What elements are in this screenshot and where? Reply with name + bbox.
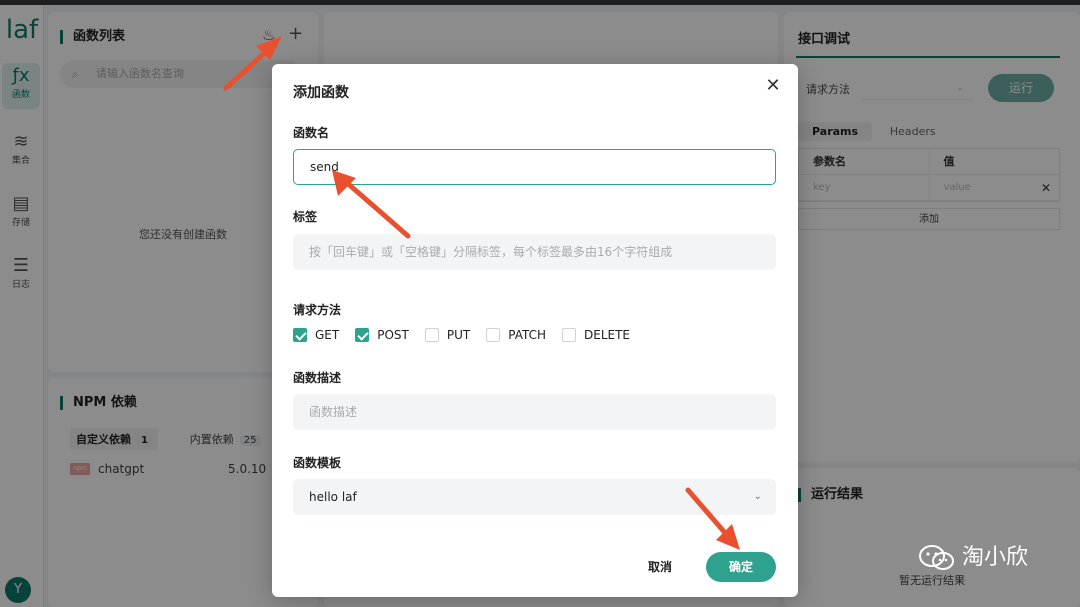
method-get[interactable]: GET xyxy=(293,328,339,342)
cancel-button[interactable]: 取消 xyxy=(638,552,682,582)
method-put[interactable]: PUT xyxy=(424,328,471,342)
tags-label: 标签 xyxy=(293,210,318,224)
checkbox-checked-icon[interactable] xyxy=(355,328,370,342)
checkbox-icon[interactable] xyxy=(486,328,501,342)
method-post[interactable]: POST xyxy=(355,328,409,342)
confirm-button[interactable]: 确定 xyxy=(706,552,776,582)
checkbox-icon[interactable] xyxy=(424,328,439,342)
add-function-dialog: 添加函数 ✕ 函数名 send 标签 按「回车键」或「空格键」分隔标签，每个标签… xyxy=(272,64,798,597)
template-label: 函数模板 xyxy=(293,456,342,470)
method-label: PATCH xyxy=(508,328,546,342)
function-name-input[interactable]: send xyxy=(293,149,776,185)
method-checkbox-group: GET POST PUT PATCH DELETE xyxy=(293,328,646,342)
tags-input[interactable]: 按「回车键」或「空格键」分隔标签，每个标签最多由16个字符组成 xyxy=(293,234,776,270)
dialog-title: 添加函数 xyxy=(293,85,349,101)
method-delete[interactable]: DELETE xyxy=(562,328,630,342)
chevron-down-icon: ⌄ xyxy=(753,491,762,502)
function-name-label: 函数名 xyxy=(293,126,330,140)
method-label: PUT xyxy=(446,328,471,342)
method-patch[interactable]: PATCH xyxy=(486,328,546,342)
description-input[interactable]: 函数描述 xyxy=(293,394,776,430)
template-value: hello laf xyxy=(309,490,357,504)
checkbox-icon[interactable] xyxy=(562,328,576,342)
watermark-text: 淘小欣 xyxy=(962,545,1029,570)
template-select[interactable]: hello laf ⌄ xyxy=(293,479,776,515)
method-label: DELETE xyxy=(584,328,631,342)
method-label: POST xyxy=(377,328,409,342)
checkbox-checked-icon[interactable] xyxy=(293,328,307,342)
close-icon[interactable]: ✕ xyxy=(763,76,783,96)
wechat-icon xyxy=(919,545,954,570)
methods-label: 请求方法 xyxy=(293,303,342,317)
wechat-watermark: 淘小欣 xyxy=(918,538,1068,578)
method-label: GET xyxy=(315,328,340,342)
description-label: 函数描述 xyxy=(293,371,342,385)
